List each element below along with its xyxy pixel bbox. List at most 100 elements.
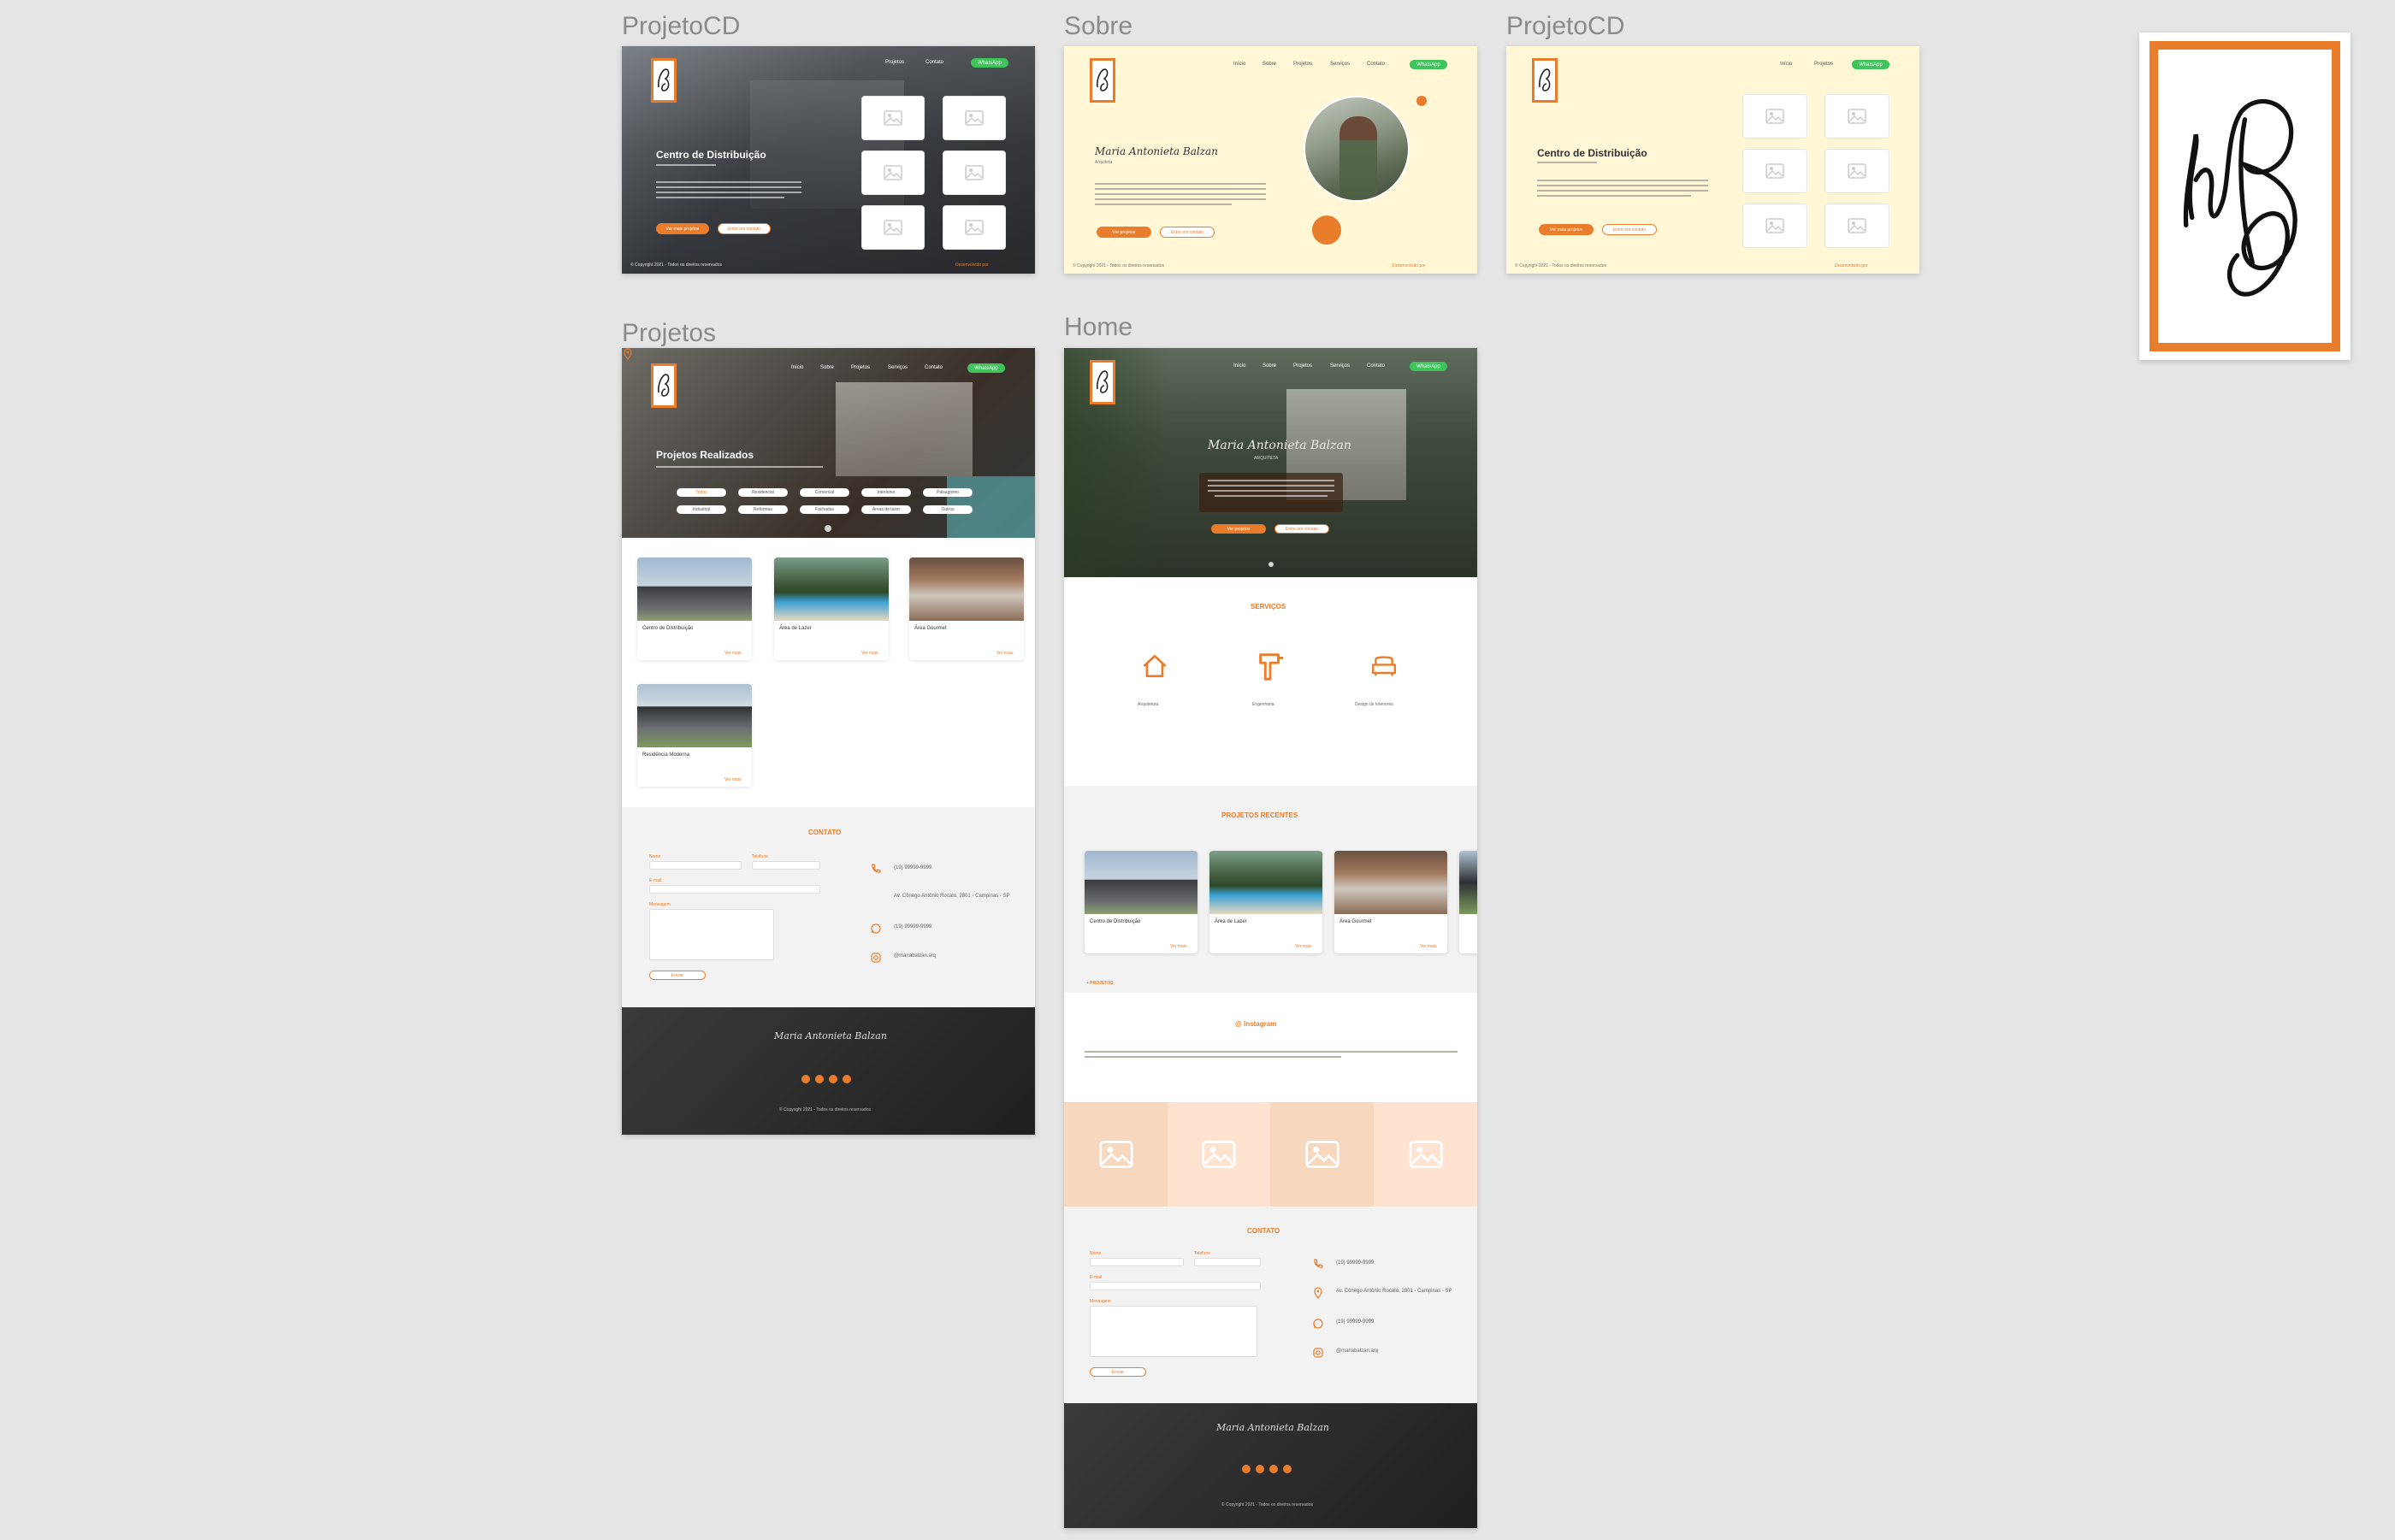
social-whatsapp-icon[interactable] bbox=[829, 1075, 837, 1083]
project-link[interactable]: Ver mais bbox=[1420, 944, 1436, 949]
secondary-button[interactable]: Entre em contato bbox=[1160, 227, 1215, 238]
filter-pill-comercial[interactable]: Comercial bbox=[800, 488, 849, 497]
logo[interactable] bbox=[1532, 58, 1558, 103]
send-button[interactable]: Enviar bbox=[649, 971, 706, 980]
filter-pill-paisagismo[interactable]: Paisagismo bbox=[923, 488, 973, 497]
instagram-post[interactable] bbox=[1064, 1102, 1168, 1207]
instagram-post[interactable] bbox=[1168, 1102, 1270, 1207]
footer-credit[interactable]: Desenvolvido por bbox=[955, 263, 989, 268]
filter-pill-todos[interactable]: Todos bbox=[677, 488, 726, 497]
primary-button[interactable]: Ver mais projetos bbox=[656, 223, 709, 234]
logo[interactable] bbox=[1090, 58, 1115, 103]
nav-item-servicos[interactable]: Serviços bbox=[1330, 363, 1350, 369]
secondary-button[interactable]: Entre em contato bbox=[718, 223, 771, 234]
whatsapp-button[interactable]: WhatsApp bbox=[1852, 60, 1889, 69]
email-field[interactable] bbox=[649, 885, 820, 894]
filter-pill-lazer[interactable]: Áreas de lazer bbox=[861, 505, 911, 514]
nav-item-sobre[interactable]: Sobre bbox=[820, 365, 834, 370]
gallery-image-placeholder[interactable] bbox=[1824, 149, 1889, 193]
filter-pill-fachadas[interactable]: Fachadas bbox=[800, 505, 849, 514]
frame-label-projetocd-1[interactable]: ProjetoCD bbox=[622, 12, 740, 41]
filter-pill-reformas[interactable]: Reformas bbox=[738, 505, 788, 514]
footer-credit[interactable]: Desenvolvido por bbox=[1835, 263, 1868, 268]
nav-item-sobre[interactable]: Sobre bbox=[1263, 363, 1276, 369]
artboard-projetos[interactable]: Início Sobre Projetos Serviços Contato W… bbox=[622, 348, 1035, 1135]
logo[interactable] bbox=[1090, 360, 1115, 404]
social-whatsapp-icon[interactable] bbox=[1269, 1465, 1278, 1473]
nav-item-contato[interactable]: Contato bbox=[1367, 363, 1385, 369]
gallery-image-placeholder[interactable] bbox=[861, 96, 925, 140]
scroll-down-icon[interactable] bbox=[825, 525, 831, 532]
recent-project-card[interactable] bbox=[1459, 851, 1477, 953]
logo[interactable] bbox=[651, 58, 677, 103]
nav-item-inicio[interactable]: Início bbox=[791, 365, 803, 370]
nav-item-projetos[interactable]: Projetos bbox=[851, 365, 870, 370]
gallery-image-placeholder[interactable] bbox=[861, 150, 925, 195]
social-email-icon[interactable] bbox=[843, 1075, 851, 1083]
gallery-image-placeholder[interactable] bbox=[943, 150, 1006, 195]
artboard-projetocd-1[interactable]: Projetos Contato WhatsApp Centro de Dist… bbox=[622, 46, 1035, 274]
filter-pill-residencial[interactable]: Residencial bbox=[738, 488, 788, 497]
filter-pill-industrial[interactable]: Industrial bbox=[677, 505, 726, 514]
social-facebook-icon[interactable] bbox=[801, 1075, 810, 1083]
nav-item-sobre[interactable]: Sobre bbox=[1263, 62, 1276, 67]
social-email-icon[interactable] bbox=[1283, 1465, 1292, 1473]
recent-project-card[interactable]: Área Gourmet Ver mais bbox=[1334, 851, 1447, 953]
filter-pill-outros[interactable]: Outros bbox=[923, 505, 973, 514]
message-field[interactable] bbox=[1090, 1306, 1257, 1357]
more-projects-link[interactable]: + PROJETOS bbox=[1086, 981, 1113, 986]
nav-item-inicio[interactable]: Início bbox=[1780, 62, 1792, 67]
message-field[interactable] bbox=[649, 909, 774, 960]
project-card[interactable]: Centro de Distribuição Ver mais bbox=[637, 558, 752, 660]
gallery-image-placeholder[interactable] bbox=[1742, 149, 1807, 193]
phone-field[interactable] bbox=[1194, 1258, 1261, 1266]
artboard-home[interactable]: Início Sobre Projetos Serviços Contato W… bbox=[1064, 348, 1477, 1528]
project-link[interactable]: Ver mais bbox=[1170, 944, 1186, 949]
logo[interactable] bbox=[651, 363, 677, 408]
nav-item-projetos[interactable]: Projetos bbox=[1293, 62, 1312, 67]
email-field[interactable] bbox=[1090, 1282, 1261, 1290]
nav-item-inicio[interactable]: Início bbox=[1233, 62, 1245, 67]
primary-button[interactable]: Ver projetos bbox=[1211, 524, 1266, 534]
project-link[interactable]: Ver mais bbox=[996, 651, 1013, 656]
gallery-image-placeholder[interactable] bbox=[1824, 94, 1889, 139]
whatsapp-button[interactable]: WhatsApp bbox=[1410, 60, 1447, 69]
send-button[interactable]: Enviar bbox=[1090, 1367, 1146, 1377]
footer-credit[interactable]: Desenvolvido por bbox=[1393, 263, 1426, 268]
frame-label-home[interactable]: Home bbox=[1064, 313, 1132, 342]
whatsapp-button[interactable]: WhatsApp bbox=[971, 58, 1008, 68]
filter-pill-interiores[interactable]: Interiores bbox=[861, 488, 911, 497]
project-card[interactable]: Residência Moderna Ver mais bbox=[637, 684, 752, 787]
gallery-image-placeholder[interactable] bbox=[1742, 94, 1807, 139]
name-field[interactable] bbox=[1090, 1258, 1184, 1266]
nav-item-contato[interactable]: Contato bbox=[925, 60, 943, 65]
project-link[interactable]: Ver mais bbox=[1295, 944, 1311, 949]
nav-item-projetos[interactable]: Projetos bbox=[885, 60, 904, 65]
nav-item-servicos[interactable]: Serviços bbox=[888, 365, 908, 370]
project-link[interactable]: Ver mais bbox=[724, 777, 741, 782]
project-link[interactable]: Ver mais bbox=[724, 651, 741, 656]
project-card[interactable]: Área de Lazer Ver mais bbox=[774, 558, 889, 660]
gallery-image-placeholder[interactable] bbox=[1742, 204, 1807, 248]
artboard-projetocd-2[interactable]: Início Projetos WhatsApp Centro de Distr… bbox=[1506, 46, 1919, 274]
nav-item-projetos[interactable]: Projetos bbox=[1814, 62, 1833, 67]
project-card[interactable]: Área Gourmet Ver mais bbox=[909, 558, 1024, 660]
gallery-image-placeholder[interactable] bbox=[943, 96, 1006, 140]
secondary-button[interactable]: Entre em contato bbox=[1274, 524, 1329, 534]
primary-button[interactable]: Ver projetos bbox=[1097, 227, 1151, 238]
recent-project-card[interactable]: Área de Lazer Ver mais bbox=[1209, 851, 1322, 953]
project-link[interactable]: Ver mais bbox=[861, 651, 878, 656]
social-instagram-icon[interactable] bbox=[815, 1075, 824, 1083]
phone-field[interactable] bbox=[752, 861, 820, 870]
social-facebook-icon[interactable] bbox=[1242, 1465, 1251, 1473]
frame-label-projetocd-2[interactable]: ProjetoCD bbox=[1506, 12, 1624, 41]
whatsapp-button[interactable]: WhatsApp bbox=[967, 363, 1005, 373]
frame-label-projetos[interactable]: Projetos bbox=[622, 319, 716, 348]
nav-item-inicio[interactable]: Início bbox=[1233, 363, 1245, 369]
nav-item-contato[interactable]: Contato bbox=[925, 365, 943, 370]
social-instagram-icon[interactable] bbox=[1256, 1465, 1264, 1473]
nav-item-projetos[interactable]: Projetos bbox=[1293, 363, 1312, 369]
artboard-sobre[interactable]: Início Sobre Projetos Serviços Contato W… bbox=[1064, 46, 1477, 274]
instagram-post[interactable] bbox=[1270, 1102, 1374, 1207]
carousel-dot[interactable] bbox=[1268, 562, 1274, 567]
